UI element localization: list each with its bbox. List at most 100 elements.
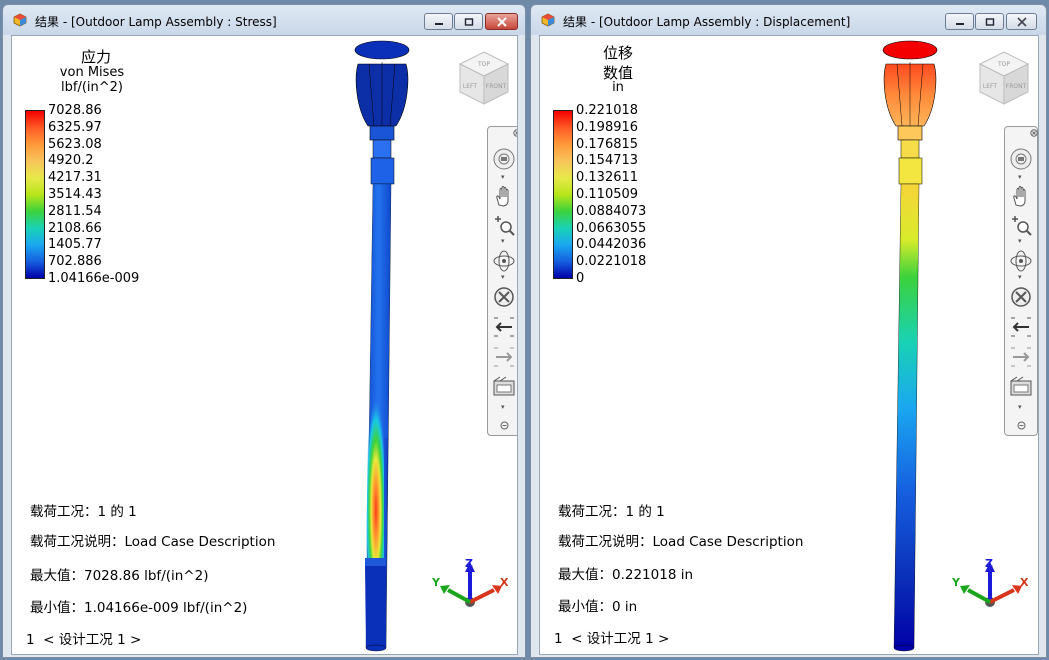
chevron-down-icon[interactable]: ▾ bbox=[1018, 174, 1024, 181]
zoom-icon[interactable] bbox=[1009, 213, 1033, 237]
view-cube[interactable]: TOP LEFT FRONT bbox=[456, 48, 512, 108]
legend-label: 6325.97 bbox=[48, 119, 102, 135]
design-case-label[interactable]: < 设计工况 1 > bbox=[43, 632, 141, 648]
legend-label: 0.132611 bbox=[576, 170, 639, 186]
chevron-down-icon[interactable]: ▾ bbox=[1018, 238, 1024, 245]
restore-button[interactable] bbox=[454, 13, 483, 30]
customize-icon[interactable] bbox=[1017, 421, 1026, 430]
graphics-viewport[interactable]: 位移 数值 in 0.221018 0.198916 0.176815 0.15… bbox=[539, 35, 1039, 655]
title-bar[interactable]: 结果 - [Outdoor Lamp Assembly : Displaceme… bbox=[531, 5, 1046, 35]
color-scale-labels: 7028.86 6325.97 5623.08 4920.2 4217.31 3… bbox=[48, 103, 139, 288]
navigation-bar[interactable]: ▾ ▾ ▾ ▾ bbox=[1004, 126, 1038, 436]
graphics-viewport[interactable]: 应力 von Mises lbf/(in^2) 7028.86 6325.97 … bbox=[11, 35, 518, 655]
view-cube[interactable]: TOP LEFT FRONT bbox=[976, 48, 1032, 108]
displacement-result-window[interactable]: 结果 - [Outdoor Lamp Assembly : Displaceme… bbox=[530, 4, 1047, 658]
close-icon[interactable] bbox=[513, 129, 518, 137]
design-case-nav[interactable]: 1 < 设计工况 1 > bbox=[554, 627, 669, 647]
color-scale-bar bbox=[553, 110, 573, 279]
load-desc-info: 载荷工况说明：Load Case Description bbox=[30, 530, 275, 550]
design-case-label[interactable]: < 设计工况 1 > bbox=[571, 631, 669, 647]
minimize-icon bbox=[955, 22, 964, 25]
legend-label: 0.110509 bbox=[576, 186, 639, 202]
legend-label: 4920.2 bbox=[48, 153, 94, 169]
legend-label: 0.0221018 bbox=[576, 254, 647, 270]
center-icon[interactable] bbox=[1009, 285, 1033, 309]
look-forward-icon[interactable] bbox=[1009, 345, 1033, 369]
load-case-value: 1 的 1 bbox=[97, 504, 137, 520]
show-motion-icon[interactable] bbox=[492, 375, 516, 399]
min-label: 最小值： bbox=[558, 599, 612, 615]
navigation-bar[interactable]: ▾ ▾ ▾ ▾ bbox=[487, 126, 518, 436]
restore-icon bbox=[985, 17, 994, 26]
result-title: 应力 bbox=[80, 48, 111, 66]
legend-label: 2108.66 bbox=[48, 220, 102, 236]
result-units: lbf/(in^2) bbox=[61, 80, 123, 95]
chevron-down-icon[interactable]: ▾ bbox=[501, 404, 507, 411]
restore-button[interactable] bbox=[975, 13, 1004, 30]
look-forward-icon[interactable] bbox=[492, 345, 516, 369]
center-icon[interactable] bbox=[492, 285, 516, 309]
y-axis-label: Y bbox=[432, 576, 441, 589]
max-value: 7028.86 lbf/(in^2) bbox=[84, 568, 209, 584]
window-title: 结果 - [Outdoor Lamp Assembly : Stress] bbox=[35, 15, 277, 29]
legend-label: 0.176815 bbox=[576, 136, 639, 152]
legend-label: 5623.08 bbox=[48, 136, 102, 152]
look-back-icon[interactable] bbox=[492, 315, 516, 339]
lamp-model-displacement[interactable] bbox=[870, 38, 950, 655]
load-case-info: 载荷工况：1 的 1 bbox=[30, 500, 137, 520]
load-case-label: 载荷工况： bbox=[558, 504, 626, 520]
chevron-down-icon[interactable]: ▾ bbox=[501, 274, 507, 281]
legend-label: 0.0442036 bbox=[576, 237, 647, 253]
minimize-button[interactable] bbox=[424, 13, 453, 30]
close-button[interactable] bbox=[485, 13, 518, 30]
viewcube-front-label: FRONT bbox=[1006, 83, 1027, 90]
chevron-down-icon[interactable]: ▾ bbox=[1018, 274, 1024, 281]
title-bar[interactable]: 结果 - [Outdoor Lamp Assembly : Stress] bbox=[3, 5, 525, 35]
show-motion-icon[interactable] bbox=[1009, 375, 1033, 399]
pan-icon[interactable] bbox=[492, 185, 516, 209]
orbit-icon[interactable] bbox=[1009, 249, 1033, 273]
color-scale-labels: 0.221018 0.198916 0.176815 0.154713 0.13… bbox=[576, 103, 646, 288]
zoom-icon[interactable] bbox=[492, 213, 516, 237]
legend-label: 2811.54 bbox=[48, 203, 102, 219]
chevron-down-icon[interactable]: ▾ bbox=[1018, 404, 1024, 411]
min-value-info: 最小值：1.04166e-009 lbf/(in^2) bbox=[30, 596, 247, 616]
load-desc-value: Load Case Description bbox=[124, 534, 276, 550]
close-button[interactable] bbox=[1006, 13, 1037, 30]
load-desc-label: 载荷工况说明： bbox=[558, 534, 653, 550]
lamp-model-stress[interactable] bbox=[342, 38, 422, 655]
legend-label: 0.0663055 bbox=[576, 220, 647, 236]
legend-label: 4217.31 bbox=[48, 170, 102, 186]
design-index: 1 bbox=[26, 632, 35, 648]
viewcube-left-label: LEFT bbox=[463, 83, 477, 90]
max-label: 最大值： bbox=[30, 568, 84, 584]
orbit-icon[interactable] bbox=[492, 249, 516, 273]
load-case-value: 1 的 1 bbox=[625, 504, 665, 520]
window-title: 结果 - [Outdoor Lamp Assembly : Displaceme… bbox=[563, 15, 851, 29]
steering-wheel-icon[interactable] bbox=[492, 147, 516, 171]
close-icon bbox=[1016, 16, 1027, 27]
look-back-icon[interactable] bbox=[1009, 315, 1033, 339]
color-scale-bar bbox=[25, 110, 45, 279]
minimize-button[interactable] bbox=[945, 13, 974, 30]
result-subtitle: von Mises bbox=[59, 65, 125, 80]
min-value: 0 in bbox=[612, 599, 638, 615]
legend-label: 3514.43 bbox=[48, 186, 102, 202]
z-axis-label: Z bbox=[465, 557, 473, 570]
max-value-info: 最大值：0.221018 in bbox=[558, 563, 693, 583]
stress-result-window[interactable]: 结果 - [Outdoor Lamp Assembly : Stress] 应力… bbox=[2, 4, 526, 658]
close-icon[interactable] bbox=[1030, 129, 1038, 137]
design-index: 1 bbox=[554, 631, 563, 647]
pan-icon[interactable] bbox=[1009, 185, 1033, 209]
max-label: 最大值： bbox=[558, 567, 612, 583]
x-axis-label: X bbox=[500, 576, 509, 589]
min-label: 最小值： bbox=[30, 600, 84, 616]
chevron-down-icon[interactable]: ▾ bbox=[501, 238, 507, 245]
customize-icon[interactable] bbox=[500, 421, 509, 430]
steering-wheel-icon[interactable] bbox=[1009, 147, 1033, 171]
inventor-app-icon bbox=[541, 13, 555, 27]
design-case-nav[interactable]: 1 < 设计工况 1 > bbox=[26, 628, 141, 648]
max-value-info: 最大值：7028.86 lbf/(in^2) bbox=[30, 564, 208, 584]
chevron-down-icon[interactable]: ▾ bbox=[501, 174, 507, 181]
viewcube-top-label: TOP bbox=[997, 61, 1010, 68]
